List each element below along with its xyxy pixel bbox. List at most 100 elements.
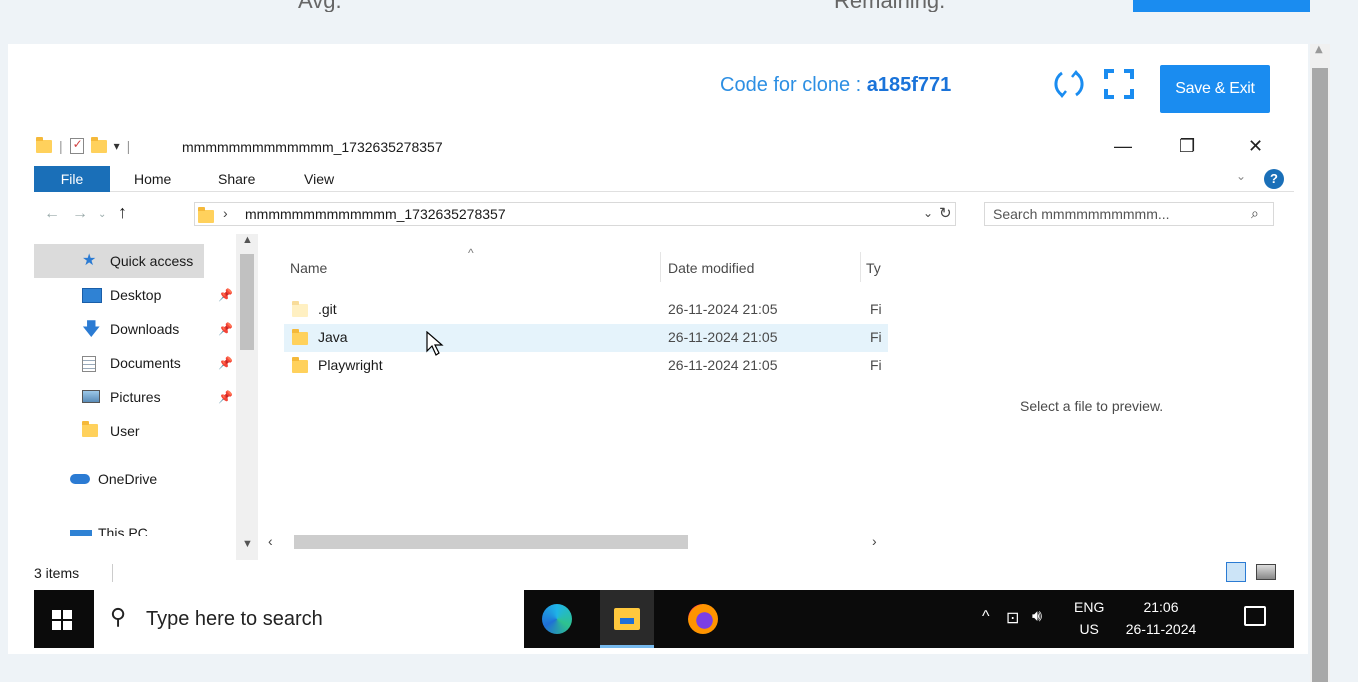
scroll-up-icon[interactable]: ▲ <box>242 234 253 246</box>
windows-start-icon[interactable] <box>52 610 72 630</box>
file-type: Fi <box>870 357 882 373</box>
customize-dropdown-icon[interactable]: ▾ <box>114 139 120 153</box>
clock[interactable]: 21:06 26-11-2024 <box>1120 596 1202 640</box>
clone-code: a185f771 <box>866 74 952 96</box>
column-header-name[interactable]: Name <box>290 260 327 276</box>
sync-icon[interactable] <box>1052 67 1086 101</box>
nav-item-label: This PC <box>98 525 148 536</box>
nav-item-documents[interactable]: Documents 📌 <box>34 346 234 380</box>
separator: | <box>59 138 63 154</box>
mouse-pointer-icon <box>426 331 444 356</box>
search-box[interactable]: ⌕ <box>984 202 1274 226</box>
file-name: Java <box>318 329 348 345</box>
folder-icon <box>292 357 308 373</box>
tab-file[interactable]: File <box>34 166 110 192</box>
nav-item-downloads[interactable]: 🡇 Downloads 📌 <box>34 312 234 346</box>
scrollbar-thumb[interactable] <box>240 254 254 350</box>
pin-icon: 📌 <box>218 322 233 336</box>
up-icon[interactable]: ↑ <box>118 202 127 223</box>
save-exit-button[interactable]: Save & Exit <box>1160 65 1270 113</box>
column-divider[interactable] <box>660 252 661 282</box>
network-icon[interactable]: ⊡ <box>1006 608 1019 628</box>
file-list: ^ Name Date modified Ty .git 26-11-2024 … <box>268 234 892 552</box>
large-icons-view-icon[interactable] <box>1256 564 1276 580</box>
horizontal-scrollbar[interactable]: ‹ › <box>268 530 892 552</box>
expand-ribbon-icon[interactable]: ⌄ <box>1236 169 1246 183</box>
file-explorer-app[interactable] <box>600 590 654 648</box>
chevron-right-icon: › <box>223 205 228 221</box>
scrollbar-thumb[interactable] <box>294 535 688 549</box>
separator: | <box>126 138 131 154</box>
search-icon[interactable]: ⌕ <box>1251 205 1259 222</box>
edge-app[interactable] <box>530 590 584 648</box>
back-icon[interactable]: ← <box>44 205 60 223</box>
nav-item-this-pc[interactable]: This PC <box>34 522 234 536</box>
scroll-down-icon[interactable]: ▼ <box>242 538 253 550</box>
new-folder-icon[interactable] <box>90 136 107 153</box>
header-button[interactable] <box>1133 0 1310 12</box>
search-icon: ⚲ <box>110 604 127 629</box>
recent-locations-icon[interactable]: ⌄ <box>98 209 106 220</box>
file-row[interactable]: Java 26-11-2024 21:05 Fi <box>284 324 888 352</box>
properties-icon[interactable] <box>69 137 84 154</box>
nav-item-desktop[interactable]: Desktop 📌 <box>34 278 234 312</box>
file-row[interactable]: .git 26-11-2024 21:05 Fi <box>284 296 888 324</box>
firefox-app[interactable] <box>676 590 730 648</box>
column-header-date[interactable]: Date modified <box>668 260 754 276</box>
file-date: 26-11-2024 21:05 <box>668 301 778 317</box>
tab-home[interactable]: Home <box>134 166 171 192</box>
scroll-left-icon[interactable]: ‹ <box>268 533 273 549</box>
language-indicator[interactable]: ENG US <box>1074 596 1104 640</box>
page-scrollbar[interactable]: ▲ <box>1310 44 1330 682</box>
address-path[interactable]: mmmmmmmmmmmmm_1732635278357 <box>245 206 506 222</box>
tab-share[interactable]: Share <box>218 166 255 192</box>
taskbar-search[interactable]: ⚲ <box>94 590 524 648</box>
help-icon[interactable]: ? <box>1264 169 1284 189</box>
column-header-type[interactable]: Ty <box>866 260 881 276</box>
clock-time: 21:06 <box>1143 599 1179 615</box>
folder-icon <box>36 136 52 153</box>
folder-icon <box>82 421 98 437</box>
column-divider[interactable] <box>860 252 861 282</box>
search-input[interactable] <box>993 205 1233 223</box>
scrollbar-thumb[interactable] <box>1312 68 1328 682</box>
file-row[interactable]: Playwright 26-11-2024 21:05 Fi <box>284 352 888 380</box>
refresh-icon[interactable]: ↻ <box>939 204 952 222</box>
pictures-icon <box>82 390 100 403</box>
folder-icon <box>292 301 308 317</box>
address-row: ← → ⌄ ↑ › mmmmmmmmmmmmm_1732635278357 ⌄ … <box>34 196 1294 230</box>
notification-icon[interactable] <box>1244 606 1266 626</box>
nav-item-user[interactable]: User <box>34 414 234 448</box>
minimize-button[interactable]: — <box>1114 136 1132 157</box>
scroll-right-icon[interactable]: › <box>872 533 877 549</box>
scroll-up-icon[interactable]: ▲ <box>1315 44 1323 55</box>
header-strip: Avg. Remaining. <box>0 0 1310 12</box>
chevron-up-icon[interactable]: ^ <box>982 608 990 626</box>
status-bar: 3 items <box>34 560 1294 586</box>
cloud-icon <box>70 474 90 484</box>
details-view-icon[interactable] <box>1226 562 1246 582</box>
navigation-pane: ★ Quick access Desktop 📌 🡇 Downloads 📌 D… <box>34 234 262 560</box>
file-type: Fi <box>870 301 882 317</box>
file-explorer-window: | ▾ | mmmmmmmmmmmmm_1732635278357 — ❐ ✕ … <box>34 130 1294 586</box>
edge-icon <box>542 604 572 634</box>
file-date: 26-11-2024 21:05 <box>668 329 778 345</box>
forward-icon[interactable]: → <box>72 205 88 223</box>
nav-item-onedrive[interactable]: OneDrive <box>34 462 234 496</box>
taskbar-search-input[interactable] <box>146 606 506 632</box>
title-bar: | ▾ | mmmmmmmmmmmmm_1732635278357 — ❐ ✕ <box>34 130 1294 166</box>
nav-item-quick-access[interactable]: ★ Quick access <box>34 244 204 278</box>
file-type: Fi <box>870 329 882 345</box>
address-dropdown-icon[interactable]: ⌄ <box>923 206 933 220</box>
clone-prefix: Code for clone : <box>720 74 867 96</box>
fullscreen-icon[interactable] <box>1103 68 1135 100</box>
nav-item-pictures[interactable]: Pictures 📌 <box>34 380 234 414</box>
tab-view[interactable]: View <box>304 166 334 192</box>
nav-scrollbar[interactable]: ▲ ▼ <box>236 234 258 560</box>
folder-icon <box>198 207 214 223</box>
folder-icon <box>292 329 308 345</box>
close-button[interactable]: ✕ <box>1248 136 1263 157</box>
maximize-button[interactable]: ❐ <box>1179 136 1195 157</box>
volume-icon[interactable]: 🔊︎ <box>1032 608 1042 626</box>
address-bar[interactable]: › mmmmmmmmmmmmm_1732635278357 ⌄ ↻ <box>194 202 956 226</box>
